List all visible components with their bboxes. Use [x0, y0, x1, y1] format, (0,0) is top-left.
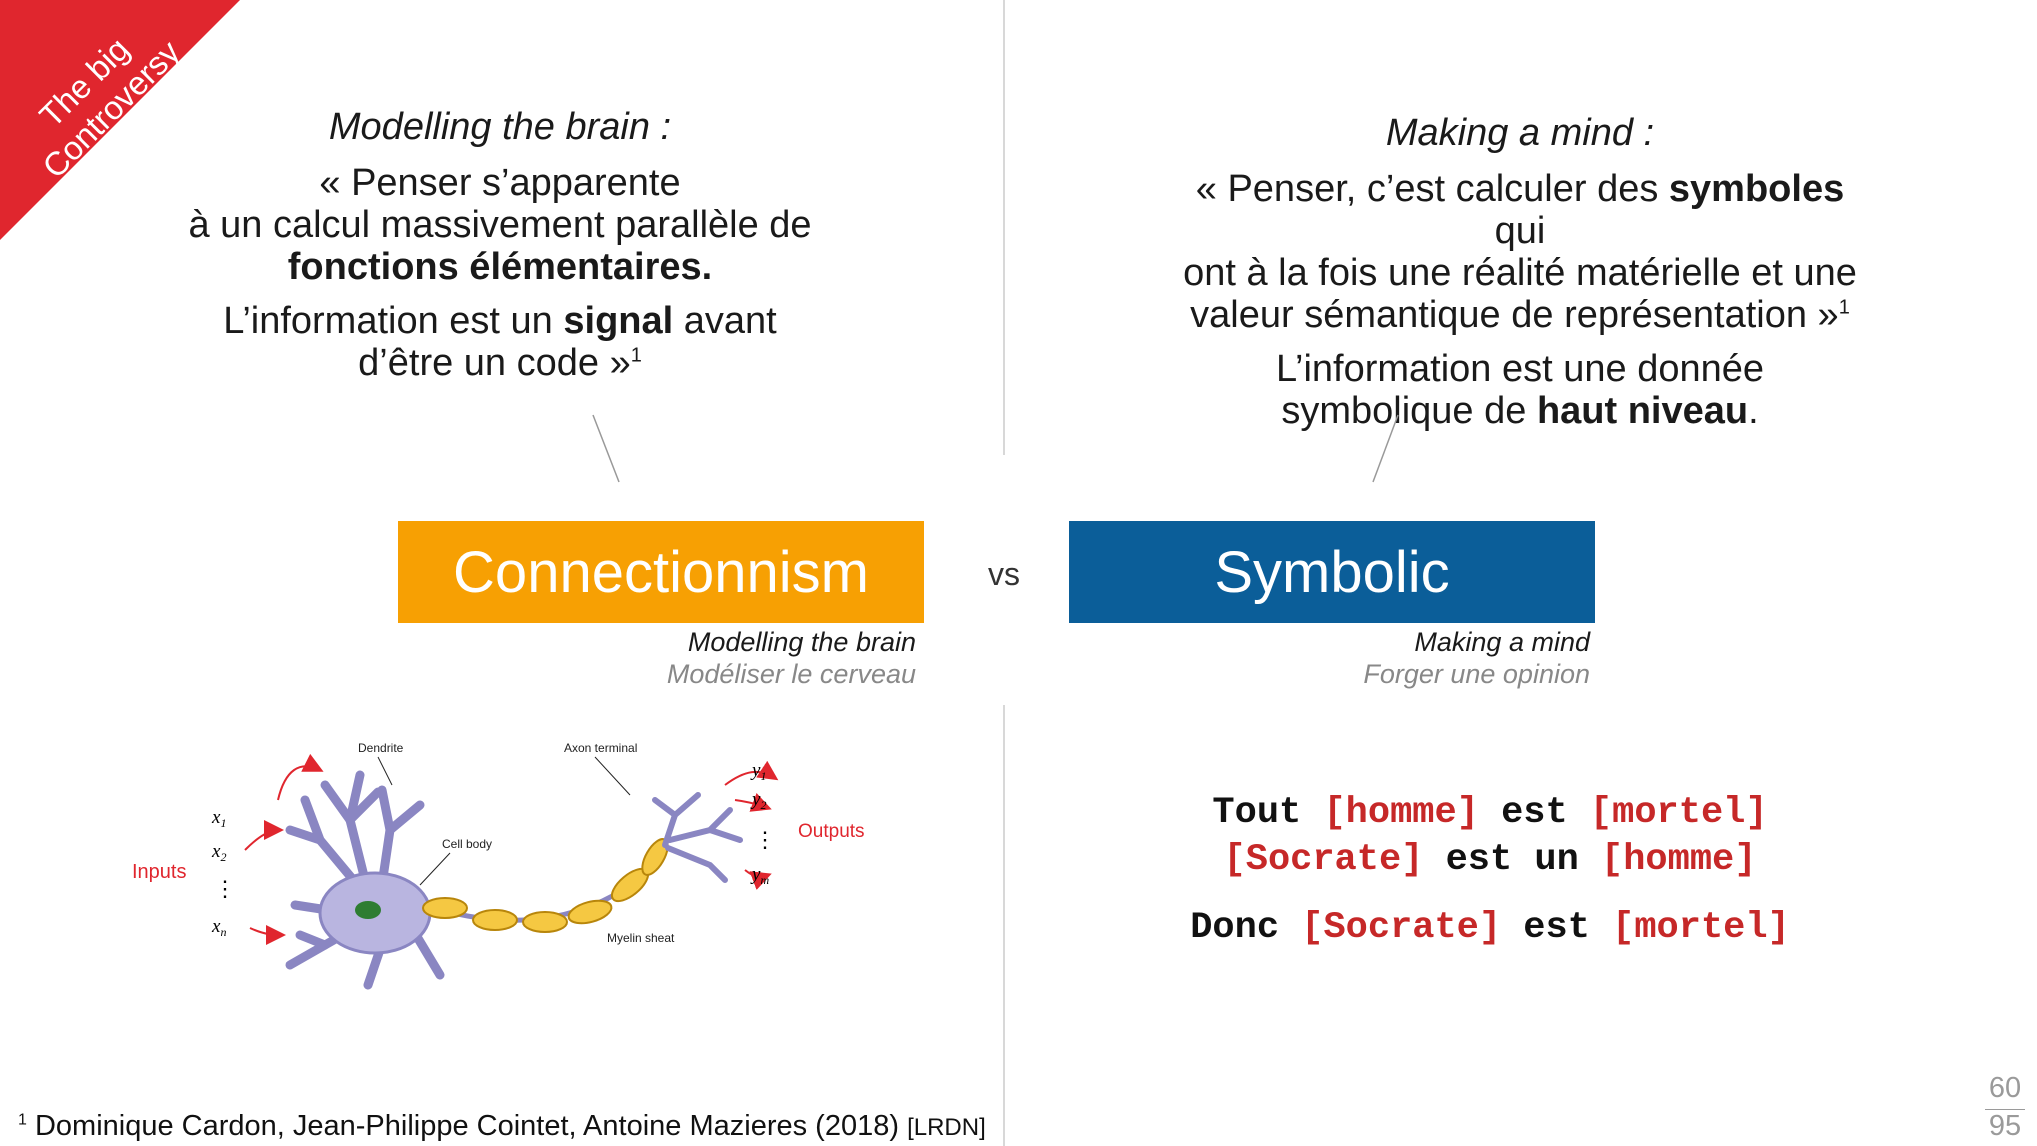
- syllogism-word: est un: [1423, 839, 1602, 881]
- right-subtitle-en: Making a mind: [1414, 627, 1590, 657]
- xn-label: xn: [211, 916, 226, 939]
- nucleus: [355, 901, 381, 919]
- connectionnism-box: Connectionnism: [398, 521, 924, 623]
- x2-label: x2: [211, 841, 226, 864]
- syllogism-line-1: Tout [homme] est [mortel]: [1130, 792, 1850, 834]
- inputs-label: Inputs: [132, 861, 186, 883]
- syllogism-word: est: [1501, 907, 1613, 949]
- page-total: 95: [1988, 1110, 2022, 1142]
- page-current: 60: [1988, 1072, 2022, 1104]
- syllogism-term: [homme]: [1323, 792, 1479, 834]
- right-connector: [1372, 414, 1399, 483]
- syllogism-word: Tout: [1212, 792, 1324, 834]
- syllogism-term: [Socrate]: [1301, 907, 1502, 949]
- syllogism-term: [mortel]: [1612, 907, 1790, 949]
- syllogism-term: [mortel]: [1589, 792, 1768, 834]
- syllogism-word: est: [1478, 792, 1590, 834]
- cell-body-label: Cell body: [442, 837, 492, 851]
- outputs-label: Outputs: [798, 821, 865, 842]
- ym-label: ym: [750, 864, 769, 887]
- left-subtitle-fr: Modéliser le cerveau: [666, 659, 916, 689]
- axon-terminals: [652, 792, 743, 883]
- right-subtitle: Making a mind Forger une opinion: [1230, 626, 1590, 690]
- y1-label: y1: [750, 760, 766, 783]
- x1-label: x1: [211, 807, 226, 830]
- vs-label: vs: [988, 556, 1020, 592]
- footnote-text: Dominique Cardon, Jean-Philippe Cointet,…: [26, 1110, 908, 1142]
- right-subtitle-fr: Forger une opinion: [1363, 659, 1590, 689]
- left-subtitle-en: Modelling the brain: [687, 627, 916, 657]
- footnote-ref: [LRDN]: [907, 1114, 986, 1141]
- syllogism-term: [homme]: [1601, 839, 1757, 881]
- connectionnism-label: Connectionnism: [453, 539, 869, 605]
- footnote-marker: 1: [18, 1111, 27, 1129]
- syllogism-word: Donc: [1190, 907, 1302, 949]
- output-arrows: [724, 760, 779, 890]
- footnote: 1 Dominique Cardon, Jean-Philippe Cointe…: [18, 1110, 986, 1143]
- left-subtitle: Modelling the brain Modéliser le cerveau: [560, 626, 916, 690]
- inputs-ellipsis: ⋮: [214, 876, 236, 901]
- neuron-diagram: Dendrite Axon terminal Cell body Myelin …: [132, 741, 865, 990]
- syllogism-term: [Socrate]: [1223, 839, 1424, 881]
- left-connector: [592, 414, 620, 483]
- symbolic-box: Symbolic: [1069, 521, 1595, 623]
- axon-terminal-label: Axon terminal: [564, 741, 637, 755]
- myelin-label: Myelin sheat: [607, 931, 675, 945]
- symbolic-label: Symbolic: [1214, 539, 1450, 605]
- syllogism-line-3: Donc [Socrate] est [mortel]: [1130, 907, 1850, 949]
- outputs-ellipsis: ⋮: [754, 827, 776, 852]
- dendrite-label: Dendrite: [358, 741, 404, 755]
- syllogism-line-2: [Socrate] est un [homme]: [1130, 839, 1850, 881]
- y2-label: y2: [750, 789, 766, 812]
